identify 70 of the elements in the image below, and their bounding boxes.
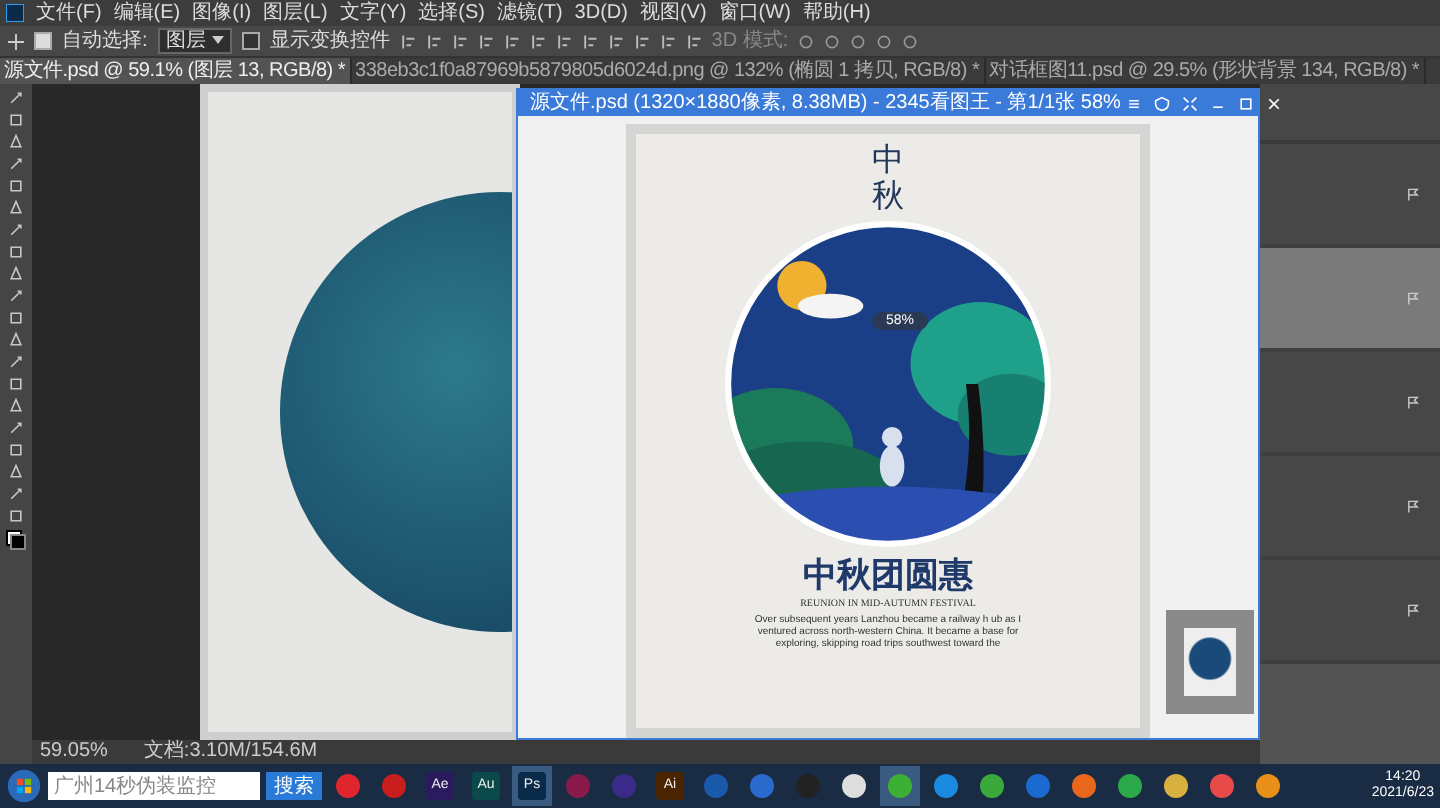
tool-icon[interactable] — [8, 222, 24, 238]
search-button[interactable]: 搜索 — [266, 772, 322, 800]
navigator-thumbnail[interactable] — [1166, 610, 1254, 714]
option-label: 3D 模式: — [711, 28, 789, 54]
checkbox[interactable] — [34, 32, 52, 50]
calligraphy-title: 中秋 — [872, 142, 904, 213]
fullscreen-icon[interactable] — [1182, 95, 1199, 111]
menu-icon[interactable] — [1126, 95, 1143, 111]
flag-icon[interactable] — [1406, 603, 1420, 617]
app-icon[interactable] — [1164, 774, 1188, 798]
option-label: 显示变换控件 — [269, 28, 390, 54]
menu-item[interactable]: 帮助(H) — [802, 0, 871, 26]
menu-item[interactable]: 图层(L) — [263, 0, 328, 26]
tool-icon[interactable] — [8, 354, 24, 370]
tool-icon[interactable] — [8, 288, 24, 304]
align-icon[interactable] — [451, 33, 468, 49]
menu-item[interactable]: 3D(D) — [574, 0, 628, 26]
align-icon[interactable] — [529, 33, 546, 49]
flag-icon[interactable] — [1406, 187, 1420, 201]
tool-icon[interactable] — [8, 420, 24, 436]
align-icon[interactable] — [425, 33, 442, 49]
menu-item[interactable]: 图像(I) — [192, 0, 252, 26]
close-icon[interactable] — [1266, 95, 1283, 111]
align-icon[interactable] — [659, 33, 676, 49]
zoom-level: 59.05% — [40, 740, 108, 764]
menu-item[interactable]: 选择(S) — [418, 0, 485, 26]
app-icon[interactable] — [1072, 774, 1096, 798]
document-size: 文档:3.10M/154.6M — [143, 740, 318, 764]
flag-icon[interactable] — [1406, 395, 1420, 409]
document-tab[interactable]: 对话框图11.psd @ 29.5% (形状背景 134, RGB/8) * — [985, 58, 1426, 84]
layer-row[interactable] — [1260, 248, 1440, 352]
tool-icon[interactable] — [8, 156, 24, 172]
shield-icon[interactable] — [1154, 95, 1171, 111]
align-icon[interactable] — [633, 33, 650, 49]
align-icon[interactable] — [555, 33, 572, 49]
align-icon[interactable] — [399, 33, 416, 49]
tool-icon[interactable] — [8, 486, 24, 502]
color-swatch-icon[interactable] — [6, 530, 26, 550]
app-logo-icon — [6, 4, 24, 22]
menu-item[interactable]: 编辑(E) — [113, 0, 181, 26]
align-icon[interactable] — [477, 33, 494, 49]
menu-item[interactable]: 文字(Y) — [339, 0, 407, 26]
tool-icon[interactable] — [8, 90, 24, 106]
align-icon[interactable] — [581, 33, 598, 49]
document-tab[interactable]: 338eb3c1f0a87969b5879805d6024d.png @ 132% (椭圆 1 拷贝, RGB/8) * — [351, 58, 986, 84]
menu-item[interactable]: 滤镜(T) — [497, 0, 563, 26]
app-icon[interactable] — [980, 774, 1004, 798]
menu-item[interactable]: 窗口(W) — [718, 0, 791, 26]
move-tool-icon[interactable] — [8, 33, 24, 49]
layer-dropdown[interactable]: 图层 — [157, 28, 232, 54]
search-field[interactable]: 广州14秒伪装监控 — [48, 772, 260, 800]
app-icon[interactable] — [1118, 774, 1142, 798]
app-icon[interactable] — [1256, 774, 1280, 798]
window-title: 源文件.psd (1320×1880像素, 8.38MB) - 2345看图王 - 第1/1张 58% — [530, 90, 1121, 116]
tool-icon[interactable] — [8, 508, 24, 524]
poster-title: 中秋团圆惠 — [803, 554, 973, 599]
align-icon[interactable] — [503, 33, 520, 49]
option-label: 自动选择: — [62, 28, 148, 54]
align-icon[interactable] — [607, 33, 624, 49]
maximize-icon[interactable] — [1238, 95, 1255, 111]
align-icon[interactable] — [685, 33, 702, 49]
caret-icon[interactable] — [211, 36, 224, 45]
menu-item[interactable]: 视图(V) — [639, 0, 707, 26]
document-tab[interactable]: 源文件.psd @ 59.1% (图层 13, RGB/8) * — [0, 58, 352, 84]
flag-icon[interactable] — [1406, 499, 1420, 513]
flag-icon[interactable] — [1406, 291, 1420, 305]
menu-item[interactable]: 文件(F) — [36, 0, 102, 26]
start-button-icon[interactable] — [6, 768, 42, 804]
app-icon[interactable] — [842, 774, 866, 798]
checkbox[interactable] — [241, 32, 260, 50]
